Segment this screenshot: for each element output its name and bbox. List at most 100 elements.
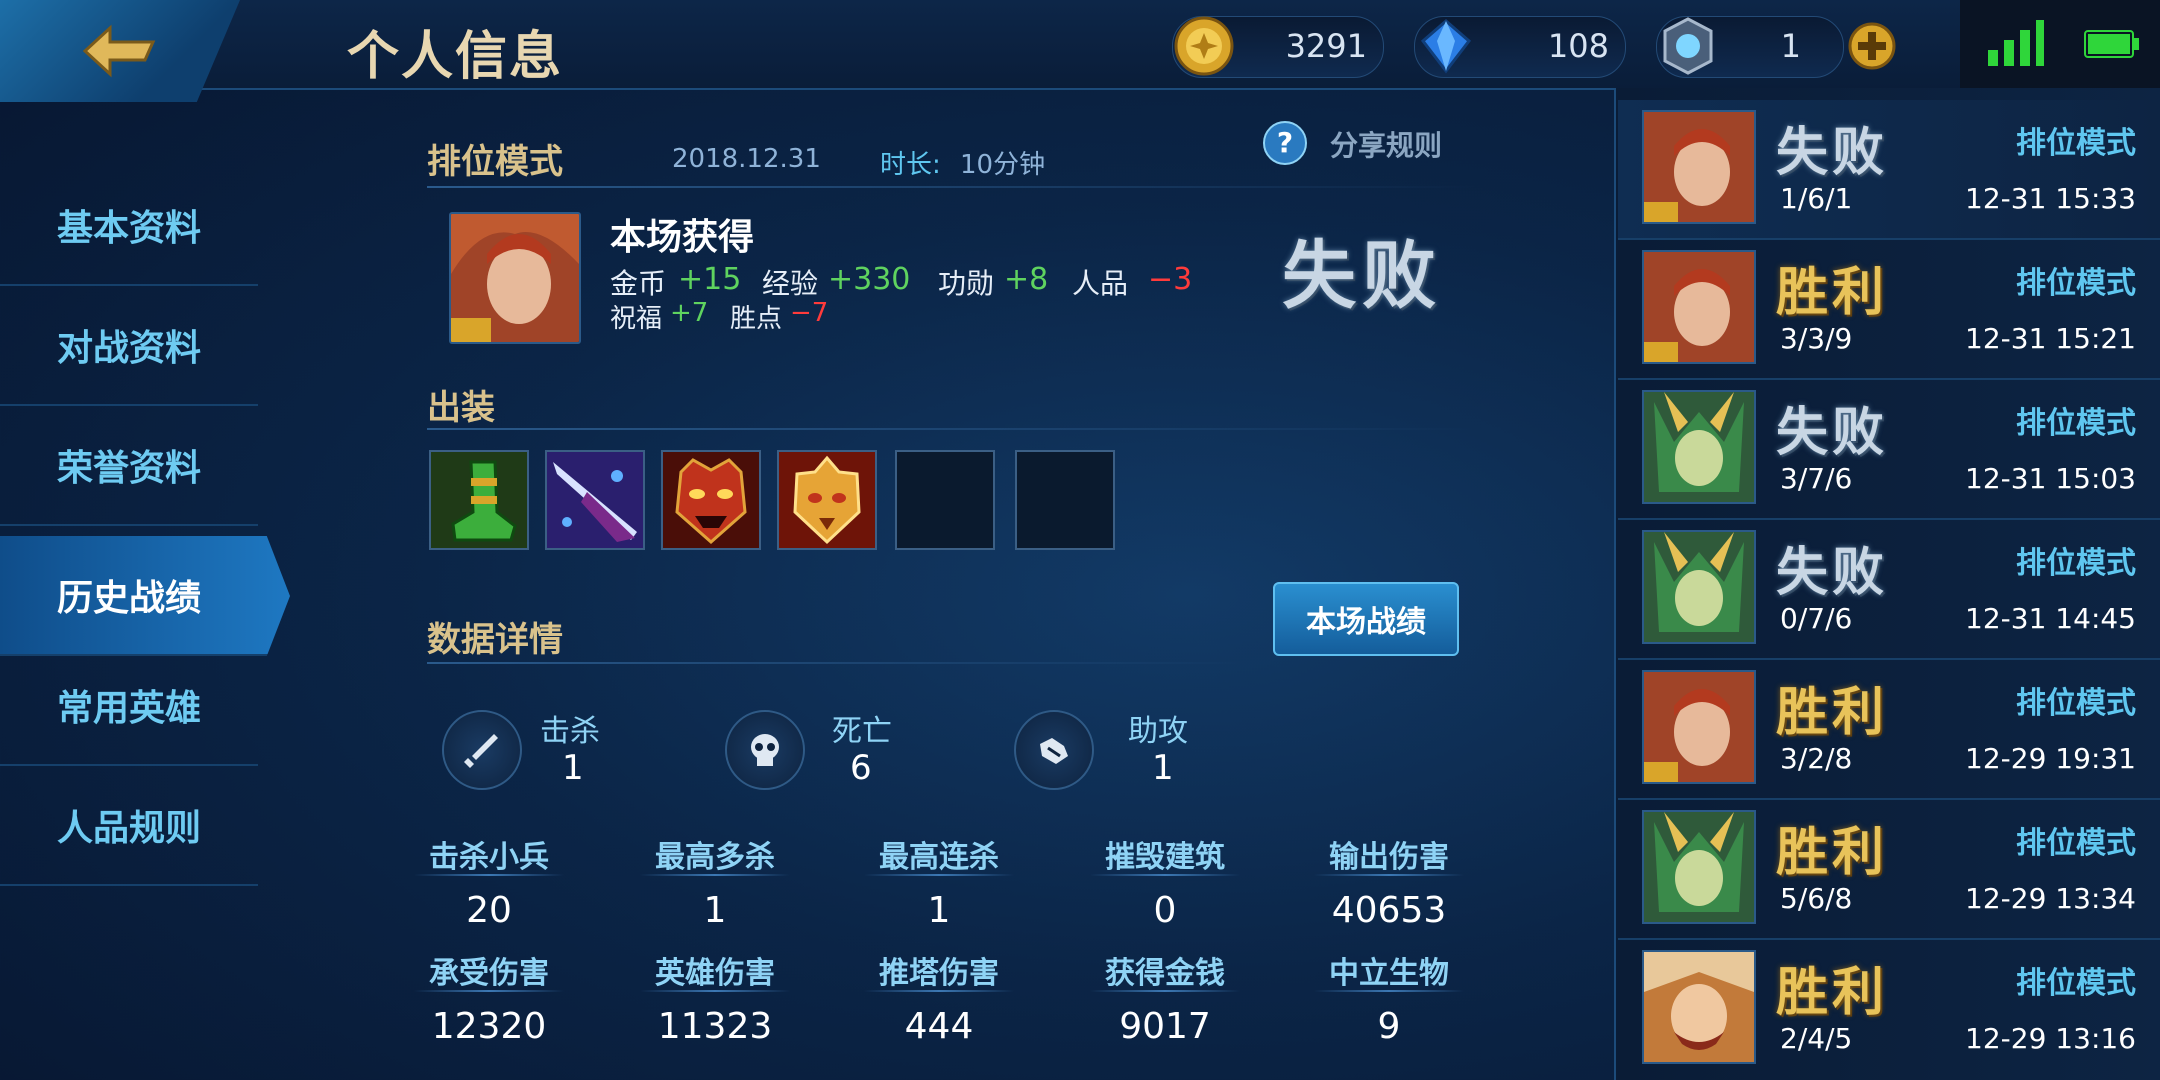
back-button[interactable] <box>0 0 240 102</box>
diamond-value: 108 <box>1547 27 1609 65</box>
deaths-icon-frame <box>725 710 805 790</box>
golden-helm-icon <box>779 452 875 548</box>
battery-icon <box>2084 30 2139 58</box>
hero-portrait <box>1642 530 1756 644</box>
history-item[interactable]: 失败 排位模式 1/6/1 12-31 15:33 <box>1618 100 2160 240</box>
history-mode: 排位模式 <box>2016 406 2136 441</box>
sidebar-item-label: 常用英雄 <box>57 688 202 729</box>
svg-text:?: ? <box>1277 126 1293 159</box>
stat-label: 输出伤害 <box>1329 840 1449 875</box>
divider <box>427 186 1477 188</box>
share-rules-label: 分享规则 <box>1330 129 1443 162</box>
sidebar-item-basic-info[interactable]: 基本资料 <box>0 166 258 286</box>
empty-item-slot[interactable] <box>895 450 995 550</box>
item-slot[interactable] <box>661 450 761 550</box>
rp-gain-label: 人品 <box>1072 267 1129 300</box>
item-slot[interactable] <box>429 450 529 550</box>
match-result: 失败 <box>1282 233 1442 319</box>
deaths-value: 6 <box>850 748 872 788</box>
hero-portrait <box>1642 670 1756 784</box>
bless-gain-label: 祝福 <box>610 304 663 334</box>
history-mode: 排位模式 <box>2016 826 2136 861</box>
stat-value: 11323 <box>657 1006 773 1047</box>
stat-label: 英雄伤害 <box>655 956 775 991</box>
history-item[interactable]: 失败 排位模式 3/7/6 12-31 15:03 <box>1618 380 2160 520</box>
history-item[interactable]: 胜利 排位模式 3/3/9 12-31 15:21 <box>1618 240 2160 380</box>
divider <box>414 990 564 992</box>
history-item[interactable]: 胜利 排位模式 2/4/5 12-29 13:16 <box>1618 940 2160 1078</box>
stat-value: 1 <box>927 890 951 931</box>
divider <box>864 874 1014 876</box>
gold-gain-value: +15 <box>678 262 742 297</box>
item-slot[interactable] <box>545 450 645 550</box>
sidebar-item-character-rules[interactable]: 人品规则 <box>0 766 258 886</box>
history-kda: 2/4/5 <box>1780 1022 1853 1055</box>
gold-counter: 3291 <box>1172 16 1384 78</box>
history-time: 12-29 13:16 <box>1965 1022 2136 1055</box>
stat-label: 击杀小兵 <box>429 840 549 875</box>
stat-label: 最高多杀 <box>655 840 775 875</box>
history-time: 12-29 13:34 <box>1965 882 2136 915</box>
history-item[interactable]: 胜利 排位模式 3/2/8 12-29 19:31 <box>1618 660 2160 800</box>
sidebar-item-honor-info[interactable]: 荣誉资料 <box>0 406 258 526</box>
sidebar-item-match-history[interactable]: 历史战绩 <box>0 536 290 656</box>
diamond-counter: 108 <box>1414 16 1626 78</box>
blade-icon <box>547 452 643 548</box>
history-kda: 3/3/9 <box>1780 322 1853 355</box>
history-mode: 排位模式 <box>2016 966 2136 1001</box>
items-title: 出装 <box>427 388 495 428</box>
exp-gain-value: +330 <box>828 262 911 297</box>
sidebar-item-favorite-heroes[interactable]: 常用英雄 <box>0 646 258 766</box>
history-result: 失败 <box>1776 543 1889 603</box>
divider <box>640 990 790 992</box>
voucher-value: 1 <box>1780 27 1801 65</box>
help-icon: ? <box>1263 121 1307 165</box>
divider <box>414 874 564 876</box>
gold-value: 3291 <box>1285 27 1367 65</box>
stat-label: 推塔伤害 <box>879 956 999 991</box>
divider <box>1314 874 1464 876</box>
share-rules-link[interactable]: ? 分享规则 <box>1262 118 1462 168</box>
data-details-title: 数据详情 <box>427 620 563 660</box>
match-history-list: 失败 排位模式 1/6/1 12-31 15:33 胜利 排位模式 3/3/9 … <box>1614 88 2160 1080</box>
sidebar-item-battle-info[interactable]: 对战资料 <box>0 286 258 406</box>
history-kda: 3/7/6 <box>1780 462 1853 495</box>
stat-label: 最高连杀 <box>879 840 999 875</box>
history-time: 12-31 15:21 <box>1965 322 2136 355</box>
hero-portrait <box>1642 110 1756 224</box>
sword-icon <box>464 734 498 768</box>
history-item[interactable]: 失败 排位模式 0/7/6 12-31 14:45 <box>1618 520 2160 660</box>
divider <box>1314 990 1464 992</box>
sidebar-item-label: 对战资料 <box>57 328 202 369</box>
diamond-icon <box>1420 19 1472 74</box>
hero-portrait <box>1642 250 1756 364</box>
voucher-icon <box>1663 17 1713 75</box>
divider <box>864 990 1014 992</box>
earned-title: 本场获得 <box>610 217 755 258</box>
history-result: 胜利 <box>1776 683 1889 743</box>
points-gain-label: 胜点 <box>730 304 783 334</box>
empty-item-slot[interactable] <box>1015 450 1115 550</box>
divider <box>1090 990 1240 992</box>
signal-icon <box>1988 20 2044 66</box>
stat-value: 9 <box>1377 1006 1401 1047</box>
match-stats-button[interactable]: 本场战绩 <box>1273 582 1459 656</box>
sidebar-item-label: 基本资料 <box>57 208 202 249</box>
item-slot[interactable] <box>777 450 877 550</box>
stat-value: 40653 <box>1331 890 1447 931</box>
demon-mask-icon <box>663 452 759 548</box>
match-mode: 排位模式 <box>427 142 563 182</box>
history-item[interactable]: 胜利 排位模式 5/6/8 12-29 13:34 <box>1618 800 2160 940</box>
history-time: 12-29 19:31 <box>1965 742 2136 775</box>
add-currency-button[interactable] <box>1848 22 1896 70</box>
kills-label: 击杀 <box>540 714 600 749</box>
merit-gain-label: 功勋 <box>938 267 995 300</box>
stat-value: 12320 <box>431 1006 547 1047</box>
divider <box>1090 874 1240 876</box>
history-result: 胜利 <box>1776 263 1889 323</box>
bless-gain-value: +7 <box>670 298 709 328</box>
stat-label: 摧毁建筑 <box>1105 840 1225 875</box>
match-date: 2018.12.31 <box>672 144 821 174</box>
history-result: 胜利 <box>1776 823 1889 883</box>
hero-portrait <box>1642 810 1756 924</box>
